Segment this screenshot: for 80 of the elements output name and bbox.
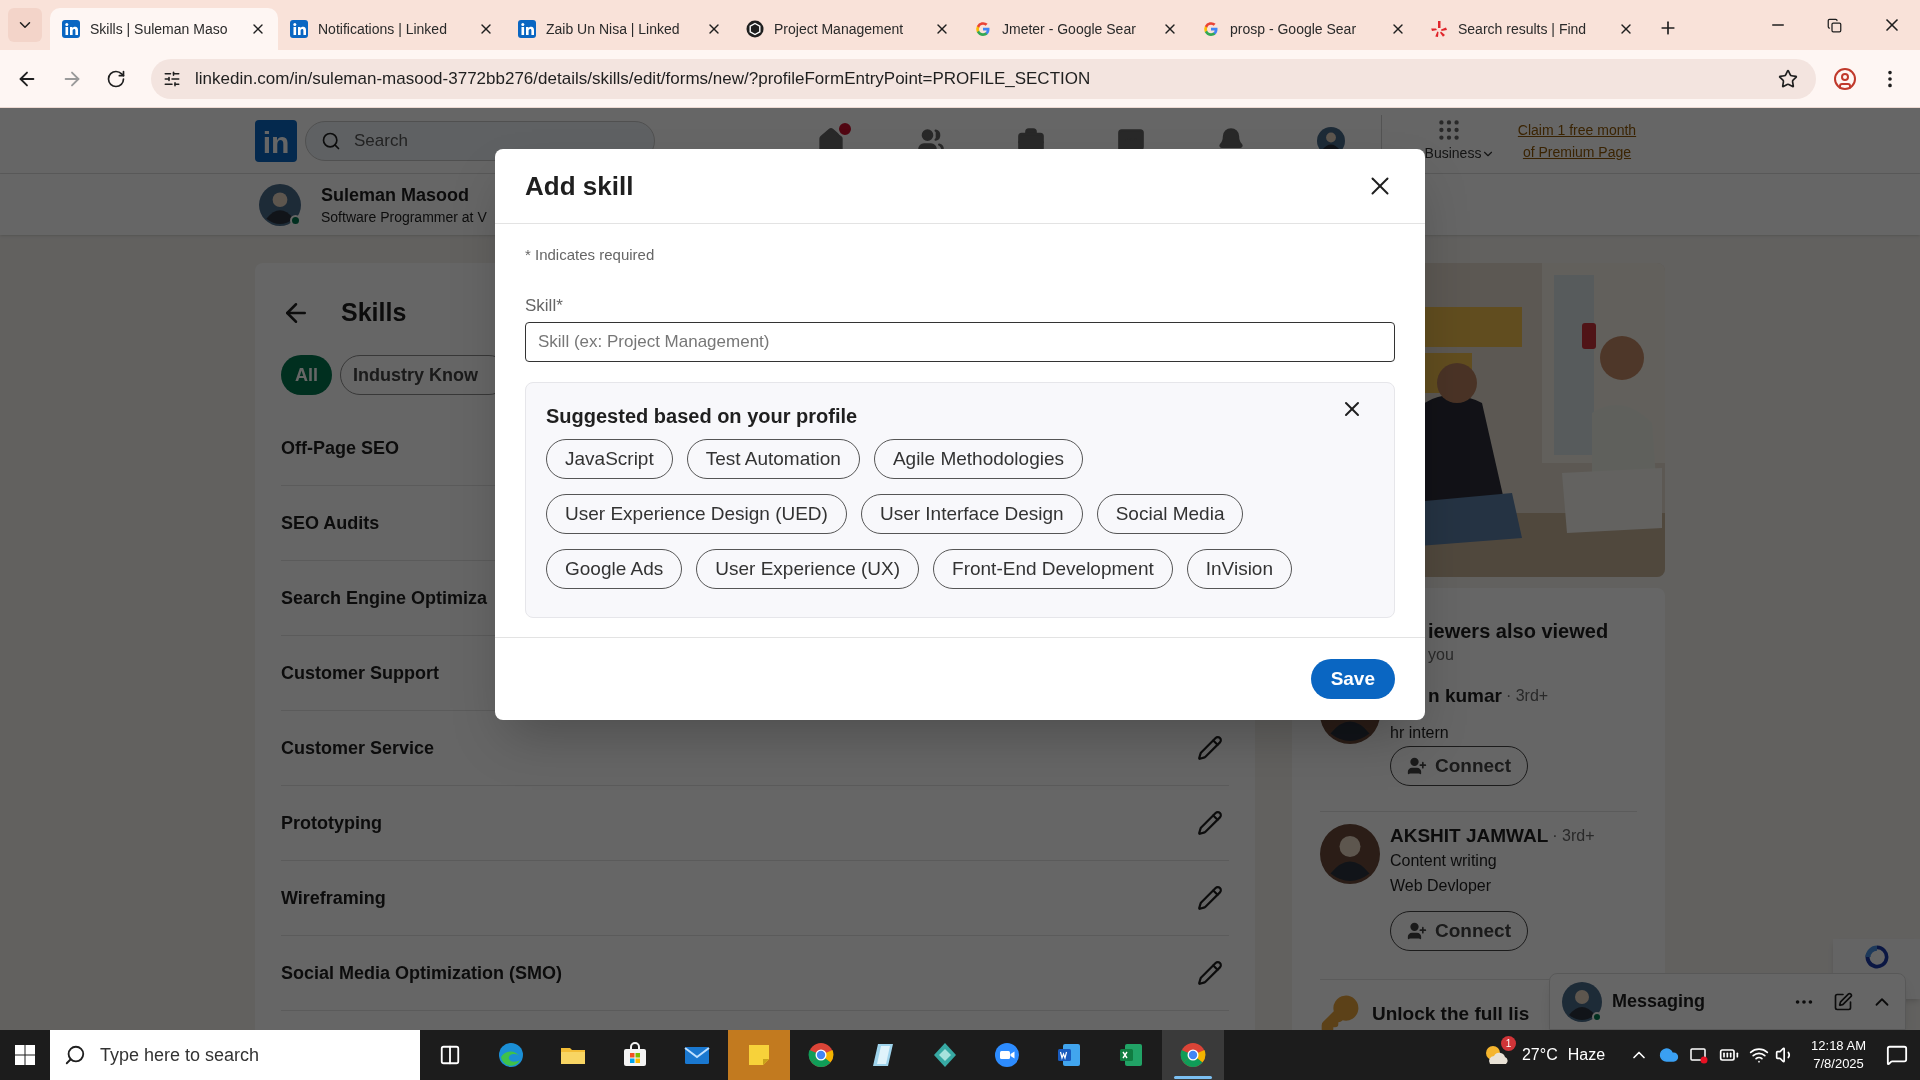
skill-name: SEO Audits: [281, 511, 380, 535]
wifi-icon[interactable]: [1749, 1045, 1770, 1065]
browser-tab[interactable]: Zaib Un Nisa | Linked: [506, 8, 734, 50]
pencil-icon[interactable]: [1197, 735, 1223, 761]
weather-badge: 1: [1500, 1036, 1516, 1051]
reload-icon[interactable]: [106, 68, 126, 89]
task-view-icon[interactable]: [439, 1044, 461, 1066]
site-info-icon[interactable]: [163, 69, 181, 88]
skill-name: Prototyping: [281, 811, 382, 835]
taskbar-search-field[interactable]: Type here to search: [50, 1030, 420, 1080]
pencil-icon[interactable]: [1197, 810, 1223, 836]
skill-name: Off-Page SEO: [281, 436, 400, 460]
browser-tab[interactable]: prosp - Google Sear: [1190, 8, 1418, 50]
skill-name: Customer Service: [281, 736, 435, 760]
browser-tab[interactable]: Jmeter - Google Sear: [962, 8, 1190, 50]
profile-avatar: [259, 183, 301, 226]
linkedin-favicon-icon: [518, 20, 536, 38]
google-favicon-icon: [1202, 20, 1220, 38]
person-headline: Web Devloper: [1390, 876, 1492, 896]
required-note: * Indicates required: [525, 245, 656, 265]
temperature-text: 27°C: [1521, 1045, 1558, 1065]
chrome-icon[interactable]: [1179, 1041, 1207, 1069]
cloud-icon[interactable]: [1659, 1045, 1680, 1065]
bookmark-star-icon[interactable]: [1778, 68, 1798, 89]
skill-name: Customer Support: [281, 661, 439, 685]
skill-name: Social Media Optimization (SMO): [281, 961, 563, 985]
card-title: iewers also viewed: [1428, 619, 1610, 644]
compose-icon[interactable]: [1833, 991, 1853, 1012]
unlock-text: Unlock the full lis: [1372, 1001, 1530, 1026]
connection-degree: · 3rd+: [1552, 826, 1595, 846]
windows-start-icon[interactable]: [15, 1045, 35, 1065]
profile-headline: Software Programmer at V: [321, 207, 487, 227]
video-camera-icon[interactable]: [993, 1041, 1021, 1069]
suggestions-title: Suggested based on your profile: [546, 404, 858, 429]
notification-icon[interactable]: [1886, 1044, 1908, 1066]
pencil-icon[interactable]: [1197, 885, 1223, 911]
restore-icon[interactable]: [1827, 17, 1842, 33]
edge-icon[interactable]: [497, 1041, 525, 1069]
person-headline: hr intern: [1390, 723, 1449, 743]
field-label: Skill*: [525, 296, 564, 316]
burst-favicon-icon: [1430, 20, 1448, 38]
search-icon: [321, 130, 341, 151]
document-icon[interactable]: [1055, 1041, 1083, 1069]
messaging-title: Messaging: [1612, 990, 1707, 1013]
pencil-icon[interactable]: [1197, 960, 1223, 986]
device-icon[interactable]: [1689, 1045, 1710, 1065]
skill-name: Wireframing: [281, 886, 386, 910]
skill-input[interactable]: Skill (ex: Project Management): [525, 322, 1395, 362]
browser-tab[interactable]: Search results | Find: [1418, 8, 1646, 50]
linkedin-favicon-icon: [62, 20, 80, 38]
skill-name: Search Engine Optimiza: [281, 586, 488, 610]
clock-date: 7/8/2025: [1813, 1055, 1864, 1073]
search-icon: [64, 1044, 86, 1066]
chrome-icon[interactable]: [807, 1041, 835, 1069]
profile-name: Suleman Masood: [321, 183, 471, 207]
profile-icon[interactable]: [1833, 66, 1857, 91]
add-person-icon: [1407, 756, 1427, 776]
connection-degree: · 3rd+: [1505, 686, 1549, 706]
weather-condition: Haze: [1567, 1045, 1606, 1065]
shopping-bag-icon[interactable]: [621, 1041, 649, 1069]
clock-time: 12:18 AM: [1811, 1037, 1866, 1055]
skills-title: Skills: [341, 297, 407, 329]
browser-tab[interactable]: Project Management: [734, 8, 962, 50]
add-person-icon: [1407, 921, 1427, 941]
person-avatar: [1320, 824, 1380, 884]
dialog-title: Add skill: [525, 169, 634, 203]
grid-icon[interactable]: [1436, 117, 1462, 143]
address-bar[interactable]: linkedin.com/in/suleman-masood-3772bb276/details/skills/edit/forms/new/?profileFormEntryPoint=PROFILE_SECTION: [151, 58, 1816, 99]
card-subtitle: you: [1428, 645, 1455, 665]
spiral-favicon-icon: [746, 20, 764, 38]
browser-tab[interactable]: Skills | Suleman Maso: [50, 8, 278, 50]
key-icon: [1320, 994, 1360, 1030]
save-button[interactable]: Save: [1310, 659, 1395, 699]
linkedin-favicon-icon: [290, 20, 308, 38]
person-headline: Content writing: [1390, 851, 1497, 871]
spreadsheet-icon[interactable]: [1117, 1041, 1145, 1069]
google-favicon-icon: [974, 20, 992, 38]
browser-tab[interactable]: Notifications | Linked: [278, 8, 506, 50]
diamond-icon[interactable]: [931, 1041, 959, 1069]
messaging-avatar: [1562, 981, 1602, 1022]
